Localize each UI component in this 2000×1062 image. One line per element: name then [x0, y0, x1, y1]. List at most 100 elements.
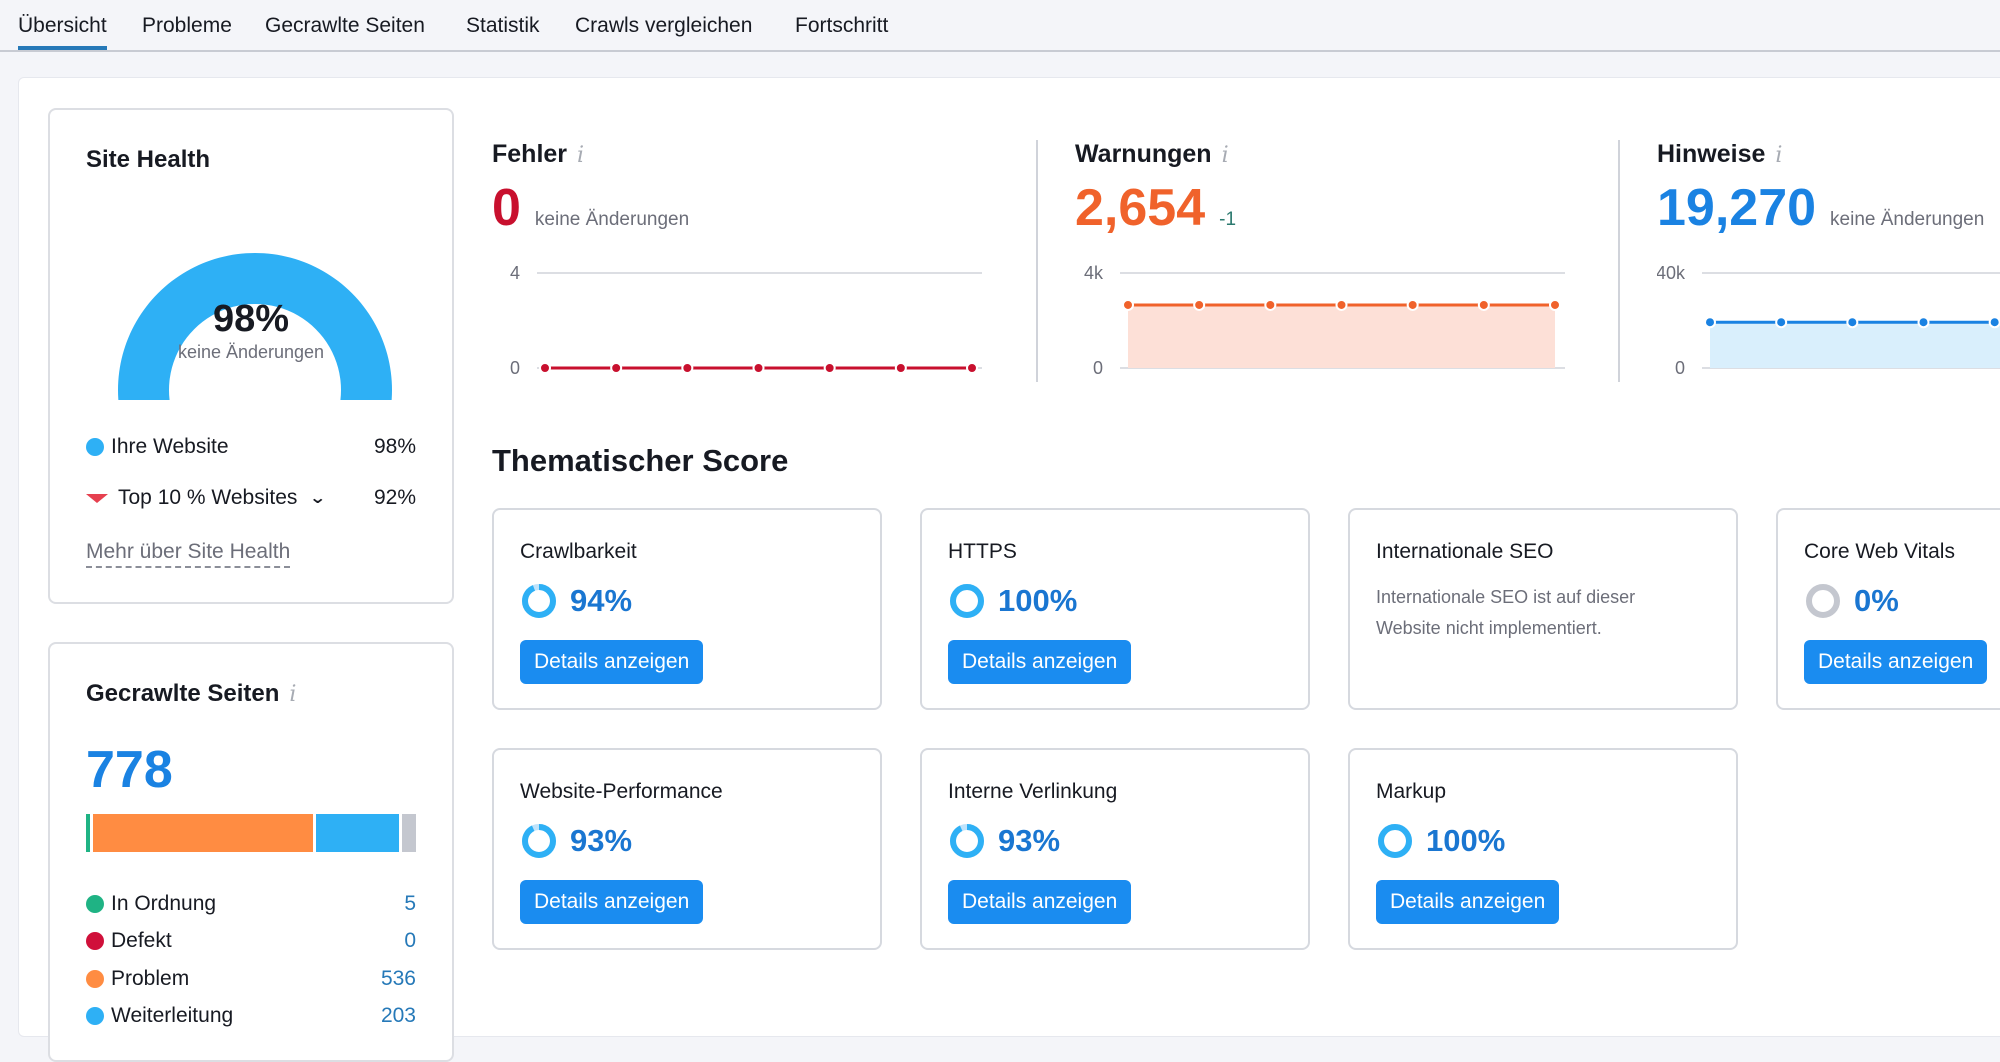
tab-gecrawlte-seiten[interactable]: Gecrawlte Seiten [265, 14, 425, 50]
errors-change: keine Änderungen [535, 209, 689, 231]
legend-label: In Ordnung [111, 892, 216, 916]
site-health-title: Site Health [86, 146, 210, 174]
score-ring-icon [948, 582, 986, 620]
site-health-change: keine Änderungen [50, 342, 452, 363]
info-icon[interactable]: i [289, 682, 296, 707]
score-card-markup: Markup 100% Details anzeigen [1348, 748, 1738, 950]
stat-title: Fehleri [492, 140, 584, 169]
notices-sparkline: 40k0 [1657, 258, 2000, 378]
legend-value[interactable]: 0 [404, 929, 416, 953]
score-percent: 93% [570, 823, 632, 859]
errors-value[interactable]: 0 [492, 178, 521, 238]
score-value-row: 100% [1376, 822, 1505, 860]
chevron-down-icon[interactable]: ⌄ [309, 488, 326, 508]
stat-value-row: 2,654 -1 [1075, 178, 1236, 238]
data-point [967, 363, 977, 373]
score-percent: 94% [570, 583, 632, 619]
data-point [1550, 300, 1560, 310]
score-card-internationale-seo: Internationale SEOInternationale SEO ist… [1348, 508, 1738, 710]
y-tick-label: 0 [510, 358, 520, 378]
data-point [1194, 300, 1204, 310]
legend-value[interactable]: 203 [381, 1004, 416, 1028]
tab-crawls-vergleichen[interactable]: Crawls vergleichen [575, 14, 752, 50]
notices-change: keine Änderungen [1830, 209, 1984, 231]
stat-warnings: Warnungeni 2,654 -1 4k0 [1075, 140, 1229, 169]
details-button[interactable]: Details anzeigen [520, 880, 703, 924]
legend-label: Problem [111, 967, 189, 991]
y-tick-label: 0 [1675, 358, 1685, 378]
legend-label: Defekt [111, 929, 172, 953]
y-tick-label: 4k [1084, 263, 1104, 283]
data-point [1408, 300, 1418, 310]
legend-value: 92% [374, 486, 416, 510]
details-button[interactable]: Details anzeigen [1376, 880, 1559, 924]
more-about-site-health-link[interactable]: Mehr über Site Health [86, 540, 290, 568]
info-icon[interactable]: i [1222, 143, 1229, 168]
legend-weiterleitung[interactable]: Weiterleitung 203 [86, 1004, 416, 1028]
crawled-pages-title: Gecrawlte Seiten [86, 680, 279, 707]
score-percent: 100% [1426, 823, 1505, 859]
legend-in-ordnung[interactable]: In Ordnung 5 [86, 892, 416, 916]
score-card-interne-verlinkung: Interne Verlinkung93%Details anzeigen [920, 748, 1310, 950]
bar-segment-weiterleitung[interactable] [316, 814, 399, 852]
tab-probleme[interactable]: Probleme [142, 14, 232, 50]
score-value-row: 100% [948, 582, 1077, 620]
score-ring-icon [948, 822, 986, 860]
info-icon[interactable]: i [1775, 143, 1782, 168]
stat-value-row: 19,270 keine Änderungen [1657, 178, 1984, 238]
score-card-title: Markup [1376, 780, 1446, 804]
data-point [1337, 300, 1347, 310]
bar-segment-blockiert[interactable] [402, 814, 416, 852]
score-card-description: Internationale SEO ist auf dieser Websit… [1376, 582, 1696, 644]
score-value-row: 0% [1804, 582, 1899, 620]
legend-label: Top 10 % Websites [118, 486, 297, 510]
ring-progress [953, 587, 981, 615]
divider [1618, 140, 1620, 382]
score-card-crawlbarkeit: Crawlbarkeit94%Details anzeigen [492, 508, 882, 710]
stat-errors: Fehleri 0 keine Änderungen 40 [492, 140, 584, 169]
score-percent: 0% [1854, 583, 1899, 619]
details-button[interactable]: Details anzeigen [1804, 640, 1987, 684]
legend-label: Weiterleitung [111, 1004, 233, 1028]
score-value-row: 93% [520, 822, 632, 860]
legend-value[interactable]: 5 [404, 892, 416, 916]
bar-segment-problem[interactable] [93, 814, 313, 852]
errors-sparkline: 40 [492, 258, 992, 378]
crawled-pages-title-row: Gecrawlte Seiten i [86, 680, 296, 708]
tab-bar: Übersicht Probleme Gecrawlte Seiten Stat… [0, 0, 2000, 52]
stat-notices: Hinweisei 19,270 keine Änderungen 40k0 [1657, 140, 1782, 169]
score-value-row: 93% [948, 822, 1060, 860]
site-health-value: 98% [50, 298, 452, 341]
stat-title: Hinweisei [1657, 140, 1782, 169]
details-button[interactable]: Details anzeigen [948, 880, 1131, 924]
info-icon[interactable]: i [577, 143, 584, 168]
legend-top10-websites[interactable]: Top 10 % Websites ⌄ 92% [86, 486, 416, 510]
details-button[interactable]: Details anzeigen [948, 640, 1131, 684]
y-tick-label: 4 [510, 263, 520, 283]
legend-value[interactable]: 536 [381, 967, 416, 991]
data-point [896, 363, 906, 373]
tab-uebersicht[interactable]: Übersicht [18, 14, 107, 50]
data-point [1919, 317, 1929, 327]
crawled-pages-total: 778 [86, 740, 173, 800]
area-fill [1128, 305, 1555, 368]
score-card-title: HTTPS [948, 540, 1017, 564]
tab-statistik[interactable]: Statistik [466, 14, 540, 50]
details-button[interactable]: Details anzeigen [520, 640, 703, 684]
data-point [1123, 300, 1133, 310]
legend-problem[interactable]: Problem 536 [86, 967, 416, 991]
score-card-title: Website-Performance [520, 780, 723, 804]
score-percent: 100% [998, 583, 1077, 619]
ring-progress [1381, 827, 1409, 855]
warnings-value[interactable]: 2,654 [1075, 178, 1205, 238]
data-point [1990, 317, 2000, 327]
data-point [1705, 317, 1715, 327]
tab-fortschritt[interactable]: Fortschritt [795, 14, 888, 50]
data-point [611, 363, 621, 373]
y-tick-label: 0 [1093, 358, 1103, 378]
notices-value[interactable]: 19,270 [1657, 178, 1816, 238]
data-point [754, 363, 764, 373]
score-card-core-web-vitals: Core Web Vitals0%Details anzeigen [1776, 508, 2000, 710]
legend-defekt[interactable]: Defekt 0 [86, 929, 416, 953]
bar-segment-in-ordnung[interactable] [86, 814, 90, 852]
